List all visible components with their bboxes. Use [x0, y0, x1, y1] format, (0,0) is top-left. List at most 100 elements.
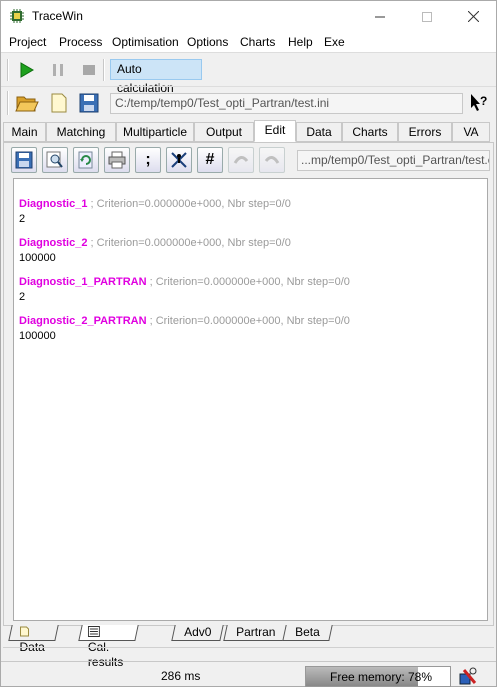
tab-data[interactable]: Data	[296, 122, 342, 142]
diagnostic-name: Diagnostic_2_PARTRAN	[19, 315, 147, 327]
main-tabs: Main Matching Multiparticle Output Edit …	[1, 120, 496, 142]
help-pointer-icon: ?	[471, 94, 487, 111]
tab-matching[interactable]: Matching	[46, 122, 116, 142]
redo-icon	[264, 156, 280, 164]
diagnostic-name: Diagnostic_1	[19, 198, 88, 210]
auto-calculation-toggle[interactable]: Auto calculation	[110, 59, 202, 95]
save-icon	[79, 93, 99, 113]
minimize-button[interactable]	[357, 1, 403, 32]
run-button[interactable]	[16, 59, 38, 81]
bottom-tab-label: Partran	[236, 625, 276, 639]
preview-button[interactable]	[42, 147, 68, 173]
folder-icon	[20, 626, 30, 637]
horizontal-scrollbar[interactable]	[3, 647, 494, 661]
free-memory-bar: Free memory: 78%	[305, 666, 451, 687]
tab-multiparticle[interactable]: Multiparticle	[116, 122, 194, 142]
menu-exe[interactable]: Exe	[324, 35, 345, 49]
cal-file-path-field[interactable]: ...mp/temp0/Test_opti_Partran/test.cal	[297, 150, 490, 171]
save-cal-button[interactable]	[11, 147, 37, 173]
save-project-button[interactable]	[77, 91, 101, 115]
redo-button[interactable]	[259, 147, 285, 173]
tab-errors[interactable]: Errors	[398, 122, 452, 142]
bottom-tab-data[interactable]: Data	[8, 625, 60, 654]
project-toolbar: C:/temp/temp0/Test_opti_Partran/test.ini…	[1, 86, 496, 118]
diagnostic-criterion: ; Criterion=0.000000e+000, Nbr step=0/0	[149, 276, 350, 288]
stop-icon	[83, 65, 95, 75]
document-icon	[87, 626, 100, 637]
new-file-icon	[51, 93, 67, 113]
toolbar-separator	[7, 59, 9, 81]
list-item: Diagnostic_2_PARTRAN ; Criterion=0.00000…	[19, 315, 350, 342]
hash-button[interactable]: #	[197, 147, 223, 173]
tab-output[interactable]: Output	[194, 122, 254, 142]
semicolon-icon: ;	[145, 151, 151, 168]
print-button[interactable]	[104, 147, 130, 173]
diagnostic-value: 100000	[19, 330, 56, 342]
tracewin-window: TraceWin Project Process Optimisation Op…	[0, 0, 497, 687]
edit-panel: ; # ...mp/temp0/Test_opti_Partran/test.c…	[3, 142, 494, 626]
close-icon	[467, 11, 479, 22]
svg-text:?: ?	[480, 94, 487, 108]
context-help-button[interactable]: ?	[468, 92, 490, 114]
minimize-icon	[375, 16, 385, 17]
toolbar-separator	[7, 91, 9, 115]
cal-results-editor[interactable]: Diagnostic_1 ; Criterion=0.000000e+000, …	[13, 178, 488, 621]
tools-icon	[459, 667, 477, 685]
bottom-tab-label: Adv0	[184, 625, 212, 639]
diagnostic-value: 2	[19, 291, 26, 303]
new-project-button[interactable]	[49, 91, 69, 115]
play-icon	[20, 62, 34, 78]
menu-project[interactable]: Project	[9, 35, 46, 49]
comment-button[interactable]: ;	[135, 147, 161, 173]
undo-button[interactable]	[228, 147, 254, 173]
maximize-icon	[422, 11, 432, 22]
cross-figure-icon	[171, 152, 187, 168]
undo-icon	[233, 156, 249, 164]
run-toolbar: Auto calculation	[1, 52, 496, 95]
diagnostic-value: 100000	[19, 252, 56, 264]
tools-button[interactable]	[457, 665, 479, 687]
open-folder-icon	[15, 96, 39, 112]
magnifier-icon	[46, 151, 63, 168]
menu-help[interactable]: Help	[288, 35, 313, 49]
window-title: TraceWin	[32, 9, 83, 23]
calculation-time: 286 ms	[161, 669, 201, 683]
bottom-tab-cal-results[interactable]: Cal. results	[78, 625, 140, 669]
bottom-tab-adv0[interactable]: Adv0	[171, 625, 225, 641]
tab-charts[interactable]: Charts	[342, 122, 398, 142]
project-path-field[interactable]: C:/temp/temp0/Test_opti_Partran/test.ini	[110, 93, 463, 114]
menu-optimisation[interactable]: Optimisation	[112, 35, 179, 49]
menu-options[interactable]: Options	[187, 35, 228, 49]
list-item: Diagnostic_2 ; Criterion=0.000000e+000, …	[19, 237, 291, 264]
refresh-icon	[78, 151, 93, 169]
close-button[interactable]	[450, 1, 496, 32]
tab-main[interactable]: Main	[3, 122, 46, 142]
maximize-button[interactable]	[404, 1, 450, 32]
open-project-button[interactable]	[14, 91, 40, 115]
status-bar: 286 ms Free memory: 78%	[1, 661, 496, 687]
bottom-tab-label: Beta	[295, 625, 320, 639]
list-item: Diagnostic_1_PARTRAN ; Criterion=0.00000…	[19, 276, 350, 303]
tab-edit[interactable]: Edit	[254, 120, 296, 142]
toggle-element-button[interactable]	[166, 147, 192, 173]
diagnostic-name: Diagnostic_1_PARTRAN	[19, 276, 147, 288]
pause-button[interactable]	[47, 59, 69, 81]
toolbar-separator	[103, 59, 105, 81]
stop-button[interactable]	[78, 59, 100, 81]
save-icon	[15, 151, 33, 169]
diagnostic-name: Diagnostic_2	[19, 237, 88, 249]
refresh-button[interactable]	[73, 147, 99, 173]
printer-icon	[108, 151, 126, 169]
hash-icon: #	[205, 151, 215, 168]
pause-icon	[53, 64, 63, 76]
diagnostic-criterion: ; Criterion=0.000000e+000, Nbr step=0/0	[90, 237, 291, 249]
list-item: Diagnostic_1 ; Criterion=0.000000e+000, …	[19, 198, 291, 225]
diagnostic-criterion: ; Criterion=0.000000e+000, Nbr step=0/0	[90, 198, 291, 210]
free-memory-label: Free memory: 78%	[330, 670, 433, 684]
menu-charts[interactable]: Charts	[240, 35, 275, 49]
menu-process[interactable]: Process	[59, 35, 102, 49]
bottom-tab-partran[interactable]: Partran	[223, 625, 289, 641]
tracewin-app-icon	[10, 9, 24, 23]
tab-va[interactable]: VA	[452, 122, 490, 142]
bottom-tab-beta[interactable]: Beta	[282, 625, 333, 641]
